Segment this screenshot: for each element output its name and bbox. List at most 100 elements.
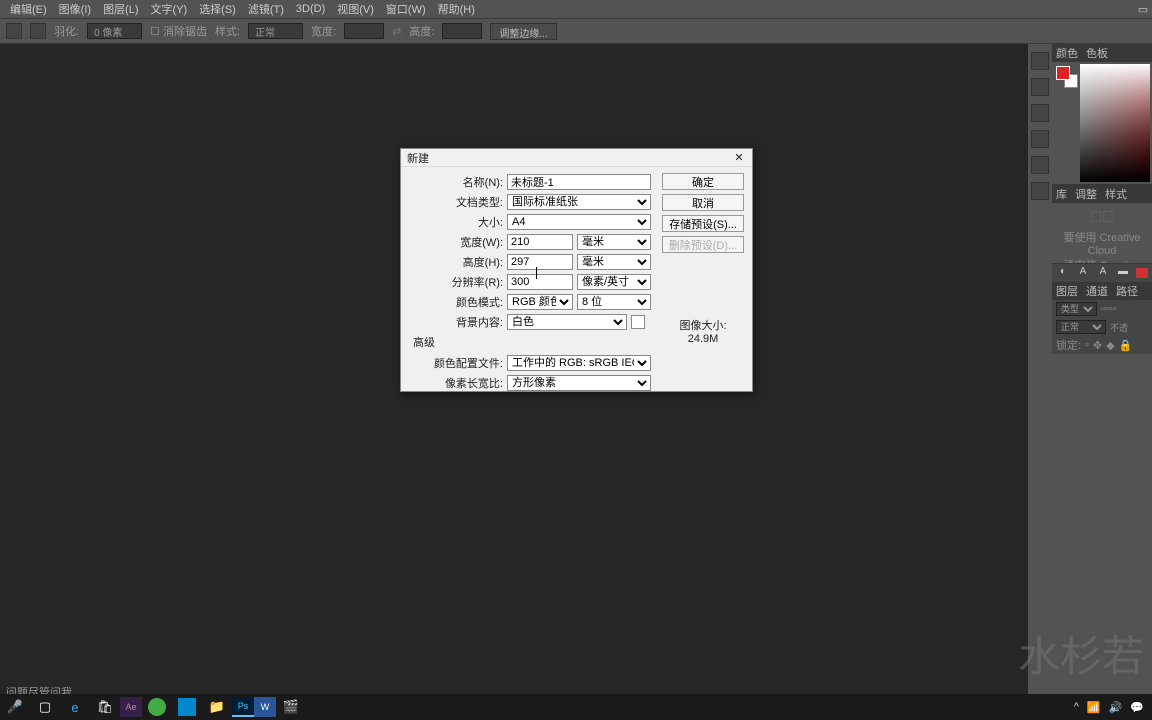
colorbits-select[interactable]: 8 位: [577, 294, 651, 310]
app-icon-2[interactable]: [172, 694, 202, 720]
brush-icon[interactable]: [1031, 156, 1049, 174]
clone-icon[interactable]: [1031, 182, 1049, 200]
doctype-label: 文档类型:: [409, 194, 507, 210]
paragraph-icon[interactable]: [1031, 130, 1049, 148]
menu-layer[interactable]: 图层(L): [97, 0, 144, 19]
colormode-label: 颜色模式:: [409, 294, 507, 310]
close-icon[interactable]: ✕: [732, 151, 746, 165]
resolution-label: 分辨率(R):: [409, 274, 507, 290]
adj-icon-5[interactable]: [1136, 268, 1148, 278]
resolution-input[interactable]: [507, 274, 573, 290]
color-panel-tabs: 颜色 色板: [1052, 44, 1152, 62]
notifications-icon[interactable]: 💬: [1130, 701, 1144, 714]
bg-color-swatch[interactable]: [631, 315, 645, 329]
profile-select[interactable]: 工作中的 RGB: sRGB IEC619...: [507, 355, 651, 371]
layer-kind-select[interactable]: 类型: [1056, 302, 1097, 316]
window-control-icon[interactable]: ▭: [1134, 0, 1152, 18]
wifi-icon[interactable]: 📶: [1087, 701, 1101, 714]
ok-button[interactable]: 确定: [662, 173, 744, 190]
tab-channels[interactable]: 通道: [1086, 283, 1108, 299]
background-select[interactable]: 白色: [507, 314, 627, 330]
height-input[interactable]: [442, 23, 482, 39]
tab-styles[interactable]: 样式: [1105, 186, 1127, 202]
resolution-unit-select[interactable]: 像素/英寸: [577, 274, 651, 290]
adj-icon-3[interactable]: A: [1096, 266, 1110, 280]
options-bar: 羽化: ☐ 消除锯齿 样式: 宽度: ⇄ 高度: 调整边缘...: [0, 18, 1152, 44]
adj-icon-1[interactable]: ◐: [1056, 266, 1070, 280]
menu-filter[interactable]: 滤镜(T): [242, 0, 290, 19]
feather-input[interactable]: [87, 23, 142, 39]
word-icon[interactable]: W: [254, 697, 276, 717]
edge-icon[interactable]: e: [60, 694, 90, 720]
tab-swatches[interactable]: 色板: [1086, 45, 1108, 61]
refine-edge-button[interactable]: 调整边缘...: [490, 23, 556, 40]
save-preset-button[interactable]: 存储预设(S)...: [662, 215, 744, 232]
tray-up-icon[interactable]: ^: [1074, 701, 1079, 713]
taskbar: 🎤 ▢ e 🛍 Ae 📁 Ps W 🎬 ^ 📶 🔊 💬: [0, 694, 1152, 720]
color-picker-field[interactable]: [1080, 64, 1150, 182]
lock-all-icon[interactable]: 🔒: [1119, 339, 1133, 352]
store-icon[interactable]: 🛍: [90, 694, 120, 720]
size-select[interactable]: A4: [507, 214, 651, 230]
feather-label: 羽化:: [54, 23, 79, 39]
properties-icon[interactable]: [1031, 78, 1049, 96]
cortana-icon[interactable]: 🎤: [0, 694, 30, 720]
advanced-header[interactable]: 高级: [409, 334, 656, 350]
size-label: 大小:: [409, 214, 507, 230]
app-icon-3[interactable]: 🎬: [276, 694, 306, 720]
lock-pixel-icon[interactable]: ◆: [1106, 339, 1114, 352]
color-panel: [1052, 62, 1152, 184]
menu-view[interactable]: 视图(V): [331, 0, 380, 19]
height-unit-select[interactable]: 毫米: [577, 254, 651, 270]
history-icon[interactable]: [1031, 52, 1049, 70]
menu-3d[interactable]: 3D(D): [290, 1, 331, 17]
adj-icon-4[interactable]: ▬: [1116, 266, 1130, 280]
lock-icon[interactable]: ▫: [1085, 339, 1089, 351]
dialog-titlebar: 新建 ✕: [401, 149, 752, 167]
menu-image[interactable]: 图像(I): [53, 0, 97, 19]
dialog-title: 新建: [407, 150, 429, 166]
blend-mode-select[interactable]: 正常: [1056, 320, 1106, 334]
adj-icon-2[interactable]: A: [1076, 266, 1090, 280]
volume-icon[interactable]: 🔊: [1109, 701, 1123, 714]
width-input[interactable]: [344, 23, 384, 39]
ae-icon[interactable]: Ae: [120, 697, 142, 717]
layer-filter-row: 类型 ▫▫▫▫: [1052, 300, 1152, 318]
image-size-label: 图像大小:: [662, 317, 744, 333]
menu-window[interactable]: 窗口(W): [380, 0, 432, 19]
foreground-color[interactable]: [1056, 66, 1070, 80]
menu-help[interactable]: 帮助(H): [432, 0, 481, 19]
menu-select[interactable]: 选择(S): [193, 0, 242, 19]
lock-move-icon[interactable]: ✥: [1093, 339, 1102, 352]
tab-adjustments[interactable]: 调整: [1075, 186, 1097, 202]
aspect-select[interactable]: 方形像素: [507, 375, 651, 391]
aspect-label: 像素长宽比:: [409, 375, 507, 391]
character-icon[interactable]: [1031, 104, 1049, 122]
name-input[interactable]: [507, 174, 651, 190]
width-input[interactable]: [507, 234, 573, 250]
new-document-dialog: 新建 ✕ 名称(N): 文档类型: 国际标准纸张 大小: A4 宽度(W): 毫…: [400, 148, 753, 392]
selection-mode-icon[interactable]: [30, 23, 46, 39]
colormode-select[interactable]: RGB 颜色: [507, 294, 573, 310]
app-icon-1[interactable]: [142, 694, 172, 720]
image-size-value: 24.9M: [662, 333, 744, 345]
tab-paths[interactable]: 路径: [1116, 283, 1138, 299]
tab-color[interactable]: 颜色: [1056, 45, 1078, 61]
explorer-icon[interactable]: 📁: [202, 694, 232, 720]
style-select[interactable]: [248, 23, 303, 39]
width-unit-select[interactable]: 毫米: [577, 234, 651, 250]
cancel-button[interactable]: 取消: [662, 194, 744, 211]
tab-library[interactable]: 库: [1056, 186, 1067, 202]
height-input[interactable]: [507, 254, 573, 270]
menu-edit[interactable]: 编辑(E): [4, 0, 53, 19]
taskview-icon[interactable]: ▢: [30, 694, 60, 720]
tab-layers[interactable]: 图层: [1056, 283, 1078, 299]
doctype-select[interactable]: 国际标准纸张: [507, 194, 651, 210]
photoshop-icon[interactable]: Ps: [232, 697, 254, 717]
tool-icon[interactable]: [6, 23, 22, 39]
menu-text[interactable]: 文字(Y): [145, 0, 194, 19]
system-tray: ^ 📶 🔊 💬: [1074, 701, 1152, 714]
color-swatch[interactable]: [1056, 66, 1078, 88]
height-label: 高度:: [409, 23, 434, 39]
antialias-checkbox[interactable]: ☐ 消除锯齿: [150, 23, 207, 39]
